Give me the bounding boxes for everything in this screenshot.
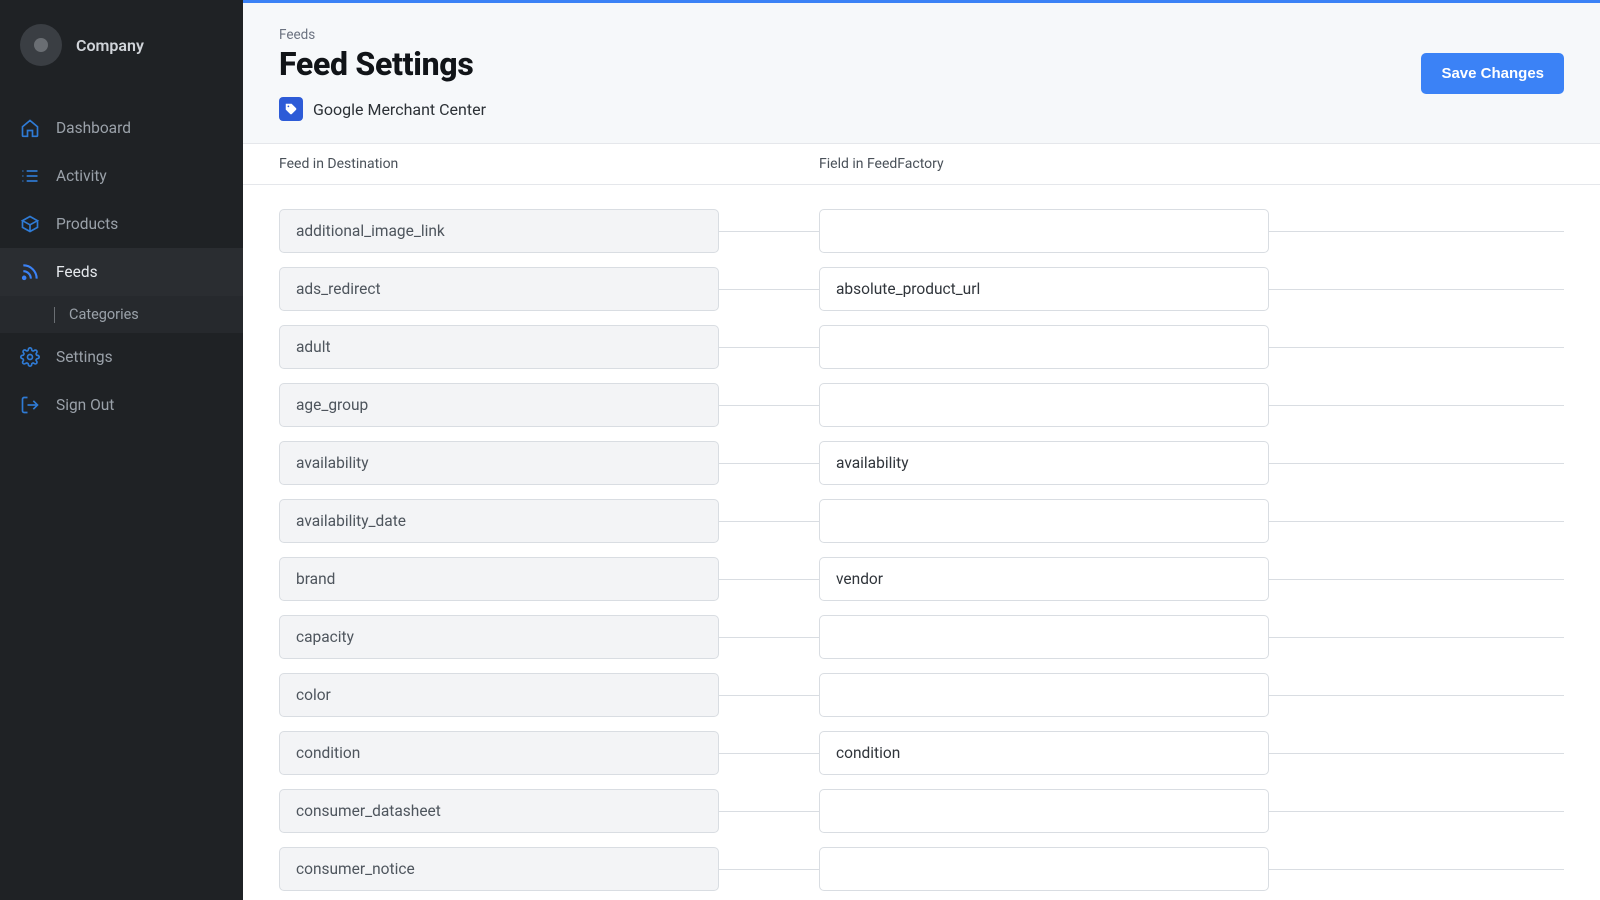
box-icon xyxy=(20,214,40,234)
sidebar-item-activity[interactable]: Activity xyxy=(0,152,243,200)
destination-label: Google Merchant Center xyxy=(313,100,486,119)
sidebar-item-label: Dashboard xyxy=(56,119,131,137)
destination-field-cell: age_group xyxy=(279,383,719,427)
signout-icon xyxy=(20,395,40,415)
sidebar-item-label: Settings xyxy=(56,348,113,366)
page-header: Feeds Feed Settings Google Merchant Cent… xyxy=(243,3,1600,143)
sidebar-item-signout[interactable]: Sign Out xyxy=(0,381,243,429)
page-heading-block: Feeds Feed Settings Google Merchant Cent… xyxy=(279,27,486,121)
mapping-row: color xyxy=(279,673,1564,717)
gear-icon xyxy=(20,347,40,367)
connector-line xyxy=(719,289,819,290)
mapping-row: consumer_datasheet xyxy=(279,789,1564,833)
mapping-table-head: Feed in Destination Field in FeedFactory xyxy=(243,143,1600,185)
sidebar-nav: Dashboard Activity Products Feeds xyxy=(0,94,243,429)
mapping-row: brand vendor xyxy=(279,557,1564,601)
connector-line xyxy=(719,695,819,696)
mapping-row: ads_redirect absolute_product_url xyxy=(279,267,1564,311)
connector-line xyxy=(1269,347,1564,348)
destination-field-cell: ads_redirect xyxy=(279,267,719,311)
connector-line xyxy=(1269,521,1564,522)
mapping-rows[interactable]: additional_image_link ads_redirect absolut… xyxy=(243,185,1600,900)
destination-field-cell: color xyxy=(279,673,719,717)
sidebar-item-dashboard[interactable]: Dashboard xyxy=(0,104,243,152)
sidebar-header: Company xyxy=(0,0,243,94)
mapping-row: additional_image_link xyxy=(279,209,1564,253)
connector-line xyxy=(719,463,819,464)
mapping-row: consumer_notice xyxy=(279,847,1564,891)
destination-field-cell: adult xyxy=(279,325,719,369)
mapping-row: age_group xyxy=(279,383,1564,427)
feedfactory-field-cell[interactable] xyxy=(819,673,1269,717)
destination-field-cell: consumer_datasheet xyxy=(279,789,719,833)
avatar[interactable] xyxy=(20,24,62,66)
connector-line xyxy=(1269,231,1564,232)
feedfactory-field-cell[interactable]: vendor xyxy=(819,557,1269,601)
mapping-row: adult xyxy=(279,325,1564,369)
connector-line xyxy=(719,637,819,638)
connector-line xyxy=(1269,405,1564,406)
mapping-row: availability availability xyxy=(279,441,1564,485)
connector-line xyxy=(1269,463,1564,464)
mapping-row: condition condition xyxy=(279,731,1564,775)
feedfactory-field-cell[interactable] xyxy=(819,209,1269,253)
sidebar: Company Dashboard Activity Products xyxy=(0,0,243,900)
mapping-row: capacity xyxy=(279,615,1564,659)
connector-line xyxy=(719,869,819,870)
tag-icon xyxy=(279,97,303,121)
rss-icon xyxy=(20,262,40,282)
connector-line xyxy=(1269,811,1564,812)
feedfactory-field-cell[interactable]: absolute_product_url xyxy=(819,267,1269,311)
company-name: Company xyxy=(76,36,144,55)
column-header-destination: Feed in Destination xyxy=(279,144,819,184)
list-icon xyxy=(20,166,40,186)
connector-line xyxy=(719,347,819,348)
page-title: Feed Settings xyxy=(279,45,486,83)
connector-line xyxy=(1269,289,1564,290)
connector-line xyxy=(719,521,819,522)
connector-line xyxy=(1269,753,1564,754)
connector-line xyxy=(719,405,819,406)
feedfactory-field-cell[interactable] xyxy=(819,383,1269,427)
column-header-feedfactory: Field in FeedFactory xyxy=(819,144,1564,184)
sidebar-item-label: Products xyxy=(56,215,118,233)
connector-line xyxy=(1269,869,1564,870)
destination-field-cell: condition xyxy=(279,731,719,775)
connector-line xyxy=(1269,695,1564,696)
save-button[interactable]: Save Changes xyxy=(1421,53,1564,94)
home-icon xyxy=(20,118,40,138)
sidebar-item-products[interactable]: Products xyxy=(0,200,243,248)
connector-line xyxy=(719,579,819,580)
sidebar-item-feeds[interactable]: Feeds xyxy=(0,248,243,296)
subitem-indent-bar xyxy=(54,307,55,323)
destination-field-cell: additional_image_link xyxy=(279,209,719,253)
feedfactory-field-cell[interactable] xyxy=(819,325,1269,369)
sidebar-subitem-categories[interactable]: Categories xyxy=(0,296,243,333)
destination-field-cell: availability_date xyxy=(279,499,719,543)
feedfactory-field-cell[interactable] xyxy=(819,615,1269,659)
connector-line xyxy=(1269,579,1564,580)
feedfactory-field-cell[interactable] xyxy=(819,499,1269,543)
mapping-row: availability_date xyxy=(279,499,1564,543)
sidebar-item-label: Feeds xyxy=(56,263,98,281)
connector-line xyxy=(719,753,819,754)
main: Feeds Feed Settings Google Merchant Cent… xyxy=(243,0,1600,900)
breadcrumb[interactable]: Feeds xyxy=(279,27,486,43)
sidebar-subitem-label: Categories xyxy=(69,306,139,323)
sidebar-item-settings[interactable]: Settings xyxy=(0,333,243,381)
destination-field-cell: capacity xyxy=(279,615,719,659)
feedfactory-field-cell[interactable] xyxy=(819,847,1269,891)
destination-field-cell: availability xyxy=(279,441,719,485)
feedfactory-field-cell[interactable]: condition xyxy=(819,731,1269,775)
connector-line xyxy=(719,811,819,812)
connector-line xyxy=(719,231,819,232)
sidebar-item-label: Activity xyxy=(56,167,107,185)
destination-field-cell: consumer_notice xyxy=(279,847,719,891)
feedfactory-field-cell[interactable] xyxy=(819,789,1269,833)
feedfactory-field-cell[interactable]: availability xyxy=(819,441,1269,485)
connector-line xyxy=(1269,637,1564,638)
sidebar-item-label: Sign Out xyxy=(56,396,114,414)
destination-subheading: Google Merchant Center xyxy=(279,97,486,121)
destination-field-cell: brand xyxy=(279,557,719,601)
